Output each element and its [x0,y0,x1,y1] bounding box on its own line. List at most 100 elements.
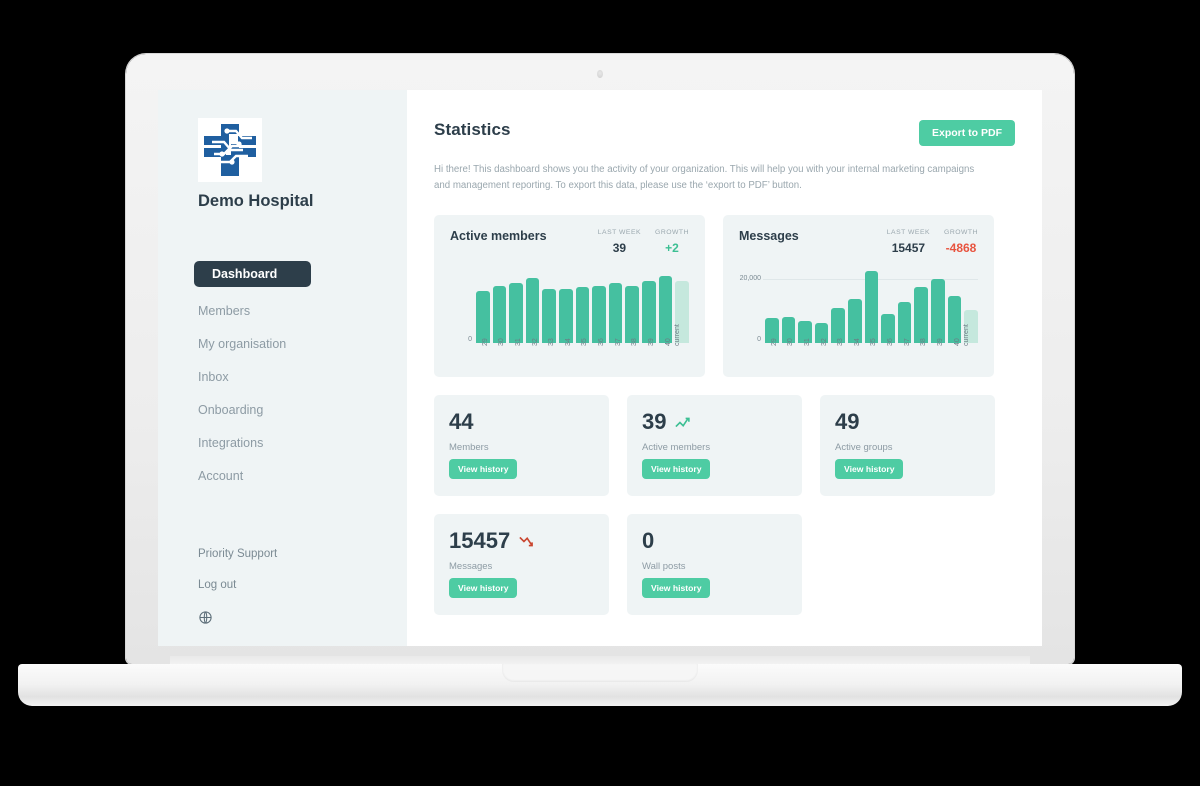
bar [525,277,540,344]
bar [592,285,606,344]
bar-column[interactable]: 37 [897,263,912,346]
webcam-icon [597,70,603,78]
x-axis-tick-label: 39 [936,338,944,347]
bar-series: 29 30 31 32 33 34 35 36 37 38 39 40 current [476,263,689,346]
kpi-last-week: LAST WEEK 15457 [887,229,930,255]
bar-column[interactable]: 34 [848,263,862,346]
stat-value-row: 39 [642,411,802,433]
stat-cards-grid: 44 Members View history 39 Active members Vie… [434,395,1015,616]
kpi-last-week-label: LAST WEEK [886,229,931,237]
y-axis-tick-label: 0 [468,336,472,344]
kpi-last-week-value: 15457 [891,241,926,256]
bar-column[interactable]: 31 [798,263,812,346]
bar [542,289,557,344]
bar [608,282,623,344]
bar [658,276,673,344]
view-history-button[interactable]: View history [449,578,518,599]
x-axis-tick-label: 39 [647,338,655,347]
bar-column[interactable]: 29 [765,263,779,346]
chart-header: Active members LAST WEEK 39 GROWTH +2 [450,229,689,255]
x-axis-tick-label: 30 [787,338,795,347]
globe-icon[interactable] [198,610,213,625]
bar [914,287,929,344]
bar-column[interactable]: 32 [525,263,540,346]
stat-label: Members [449,442,489,454]
x-axis-tick-label: 38 [920,338,928,347]
bar-column[interactable]: 33 [831,263,846,346]
x-axis-tick-label: 34 [564,338,572,347]
view-history-button[interactable]: View history [642,578,711,599]
stat-value: 49 [835,409,860,435]
bar-column[interactable]: 36 [592,263,606,346]
sidebar-item-account[interactable]: Account [158,459,407,492]
stat-value: 15457 [449,528,511,554]
sidebar-item-my-organisation[interactable]: My organisation [158,327,407,360]
bar-column[interactable]: 38 [625,263,640,346]
bar-column[interactable]: 30 [492,263,507,346]
kpi-last-week-label: LAST WEEK [597,229,642,237]
sidebar-item-integrations[interactable]: Integrations [158,426,407,459]
x-axis-tick-label: 32 [820,338,828,347]
sidebar-item-onboarding[interactable]: Onboarding [158,393,407,426]
bar-column[interactable]: current [963,263,978,346]
bar-column[interactable]: 37 [608,263,623,346]
view-history-button[interactable]: View history [642,459,711,480]
laptop-base-notch [502,664,698,682]
stat-card-messages: 15457 Messages View history [434,514,609,616]
stat-value: 0 [642,528,655,554]
bar [492,285,507,344]
y-axis-tick-label: 20,000 [739,275,761,283]
sidebar-item-members[interactable]: Members [158,294,407,327]
bar-column[interactable]: 36 [881,263,895,346]
laptop-screen: Demo Hospital Dashboard Members My organ… [158,90,1042,646]
bar-column[interactable]: 31 [509,263,523,346]
bar-column[interactable]: 29 [476,263,490,346]
x-axis-tick-label: current [674,324,682,347]
page-title: Statistics [434,120,511,139]
bar-column[interactable]: 39 [931,263,945,346]
kpi-growth: GROWTH +2 [655,229,689,255]
sidebar: Demo Hospital Dashboard Members My organ… [158,90,407,646]
x-axis-tick-label: 36 [598,338,606,347]
log-out-link[interactable]: Log out [198,579,277,591]
x-axis-tick-label: 29 [770,338,778,347]
bar-column[interactable]: 30 [781,263,796,346]
x-axis-tick-label: 33 [548,338,556,347]
sidebar-item-dashboard[interactable]: Dashboard [194,261,311,287]
stat-card-active-groups: 49 Active groups View history [820,395,995,497]
bar-column[interactable]: 40 [658,263,673,346]
priority-support-link[interactable]: Priority Support [198,548,277,560]
bar-column[interactable]: 39 [642,263,656,346]
x-axis-tick-label: 36 [887,338,895,347]
bar-column[interactable]: 32 [814,263,829,346]
sidebar-footer: Priority Support Log out [198,548,277,630]
sidebar-item-inbox[interactable]: Inbox [158,360,407,393]
stat-value-row: 44 [449,411,609,433]
bar-column[interactable]: current [674,263,689,346]
kpi-growth-value: -4868 [945,241,977,256]
kpi-last-week: LAST WEEK 39 [598,229,641,255]
content-header: Statistics Export to PDF [434,120,1015,146]
export-to-pdf-button[interactable]: Export to PDF [919,120,1015,146]
bar-column[interactable]: 34 [559,263,573,346]
intro-text: Hi there! This dashboard shows you the a… [434,164,975,191]
bar-column[interactable]: 38 [914,263,929,346]
kpi-last-week-value: 39 [612,241,627,256]
stat-card-members: 44 Members View history [434,395,609,497]
screenshot-stage: Demo Hospital Dashboard Members My organ… [0,0,1200,786]
view-history-button[interactable]: View history [449,459,518,480]
bar-chart-plot: 20,000 0 29 30 31 32 33 34 35 36 37 38 39 40 current [739,263,978,365]
stat-value-row: 15457 [449,530,609,552]
bar-column[interactable]: 33 [542,263,557,346]
bar-column[interactable]: 35 [575,263,590,346]
kpi-growth-label: GROWTH [655,229,689,237]
bar [848,299,862,344]
chart-title: Messages [739,229,799,244]
bar-column[interactable]: 35 [864,263,879,346]
view-history-button[interactable]: View history [835,459,904,480]
main-content: Statistics Export to PDF Hi there! This … [407,90,1042,646]
sidebar-nav: Dashboard Members My organisation Inbox … [158,261,407,492]
stat-label: Active members [642,442,711,454]
bar-column[interactable]: 40 [947,263,962,346]
stat-label: Active groups [835,442,893,454]
